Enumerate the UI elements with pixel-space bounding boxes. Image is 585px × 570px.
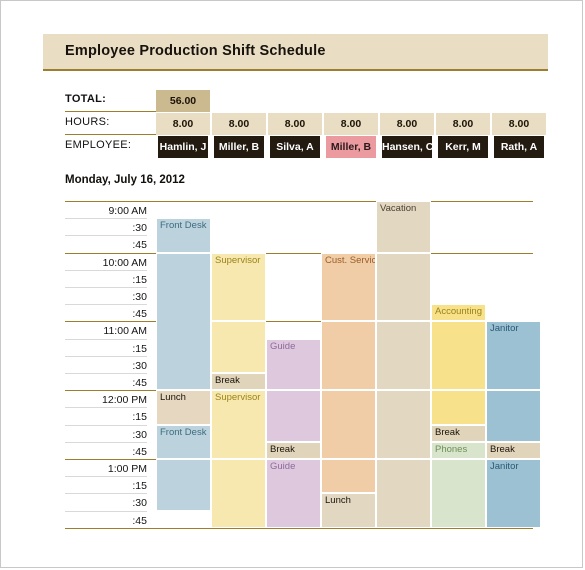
total-rule — [65, 111, 165, 112]
total-value: 56.00 — [156, 90, 210, 112]
schedule-page: Employee Production Shift Schedule TOTAL… — [0, 0, 583, 568]
hours-value: 8.00 — [156, 113, 210, 135]
hour-divider — [65, 527, 533, 529]
shift-block[interactable]: Break — [431, 424, 486, 442]
time-slot-rule — [65, 218, 147, 220]
shift-block-continuation[interactable] — [266, 390, 321, 442]
shift-block-continuation[interactable] — [431, 390, 486, 425]
shift-block[interactable]: Cust. Service — [321, 252, 376, 322]
shift-block-continuation[interactable] — [321, 459, 376, 494]
time-slot-rule — [65, 476, 147, 478]
hours-row: HOURS: 8.00 8.00 8.00 8.00 8.00 8.00 8.00 — [43, 113, 548, 135]
schedule-grid[interactable]: 9:00 AM:30:45 10:00 AM:15:30:45 11:00 AM:1… — [65, 201, 541, 529]
hours-value: 8.00 — [380, 113, 434, 135]
hours-value: 8.00 — [268, 113, 322, 135]
employee-name[interactable]: Silva, A — [268, 136, 322, 158]
hour-divider — [65, 252, 533, 254]
shift-block-continuation[interactable] — [156, 459, 211, 511]
shift-block-continuation[interactable] — [211, 459, 266, 528]
hour-divider — [65, 201, 533, 202]
title-banner: Employee Production Shift Schedule — [43, 34, 548, 71]
time-slot-rule — [65, 338, 147, 340]
shift-block-continuation[interactable] — [211, 321, 266, 373]
shift-block[interactable]: Supervisor — [211, 252, 266, 322]
time-slot-rule — [65, 407, 147, 409]
shift-block[interactable]: Lunch — [156, 390, 211, 425]
hours-value: 8.00 — [492, 113, 546, 135]
time-slot-rule — [65, 441, 147, 443]
employee-row: EMPLOYEE: Hamlin, J Miller, B Silva, A Mill… — [43, 136, 548, 158]
total-row: TOTAL: 56.00 — [43, 90, 548, 112]
shift-block-continuation[interactable] — [321, 321, 376, 391]
shift-block-continuation[interactable] — [431, 321, 486, 391]
hours-value: 8.00 — [436, 113, 490, 135]
employee-name[interactable]: Kerr, M — [436, 136, 490, 158]
employee-name[interactable]: Hamlin, J — [156, 136, 210, 158]
hours-value: 8.00 — [324, 113, 378, 135]
shift-block[interactable]: Accounting — [431, 304, 486, 322]
time-slot-rule — [65, 493, 147, 495]
hours-value: 8.00 — [212, 113, 266, 135]
time-slot-rule — [65, 424, 147, 426]
hours-rule — [65, 134, 165, 135]
shift-block[interactable]: Vacation — [376, 201, 431, 253]
shift-block[interactable]: Supervisor — [211, 390, 266, 459]
page-title: Employee Production Shift Schedule — [65, 43, 326, 59]
shift-block-continuation[interactable] — [321, 390, 376, 459]
shift-block[interactable]: Guide — [266, 459, 321, 528]
shift-block[interactable]: Front Desk — [156, 424, 211, 459]
shift-block[interactable]: Phones — [431, 441, 486, 459]
employee-name[interactable]: Miller, B — [324, 136, 378, 158]
shift-block-continuation[interactable] — [376, 459, 431, 528]
employee-name[interactable]: Hansen, C — [380, 136, 434, 158]
employee-name[interactable]: Rath, A — [492, 136, 546, 158]
time-slot-rule — [65, 235, 147, 237]
employee-label: EMPLOYEE: — [65, 139, 132, 151]
shift-block[interactable]: Break — [211, 373, 266, 391]
hours-label: HOURS: — [65, 116, 110, 128]
shift-block-continuation[interactable] — [431, 459, 486, 528]
shift-block[interactable]: Janitor — [486, 459, 541, 528]
shift-block[interactable]: Guide — [266, 338, 321, 391]
shift-block-continuation[interactable] — [156, 252, 211, 391]
total-label: TOTAL: — [65, 93, 107, 105]
shift-block[interactable]: Break — [266, 441, 321, 459]
time-slot-rule — [65, 269, 147, 271]
shift-block-continuation[interactable] — [376, 252, 431, 322]
shift-block[interactable]: Lunch — [321, 493, 376, 528]
time-slot-rule — [65, 355, 147, 357]
shift-block-continuation[interactable] — [486, 390, 541, 442]
shift-block[interactable]: Break — [486, 441, 541, 459]
shift-block[interactable]: Front Desk — [156, 218, 211, 253]
shift-block-continuation[interactable] — [376, 321, 431, 391]
shift-block-continuation[interactable] — [376, 390, 431, 459]
employee-name[interactable]: Miller, B — [212, 136, 266, 158]
time-slot-rule — [65, 373, 147, 374]
time-slot-rule — [65, 287, 147, 288]
time-slot-rule — [65, 510, 147, 512]
time-slot-rule — [65, 304, 147, 306]
schedule-date: Monday, July 16, 2012 — [65, 174, 185, 186]
shift-block[interactable]: Janitor — [486, 321, 541, 391]
